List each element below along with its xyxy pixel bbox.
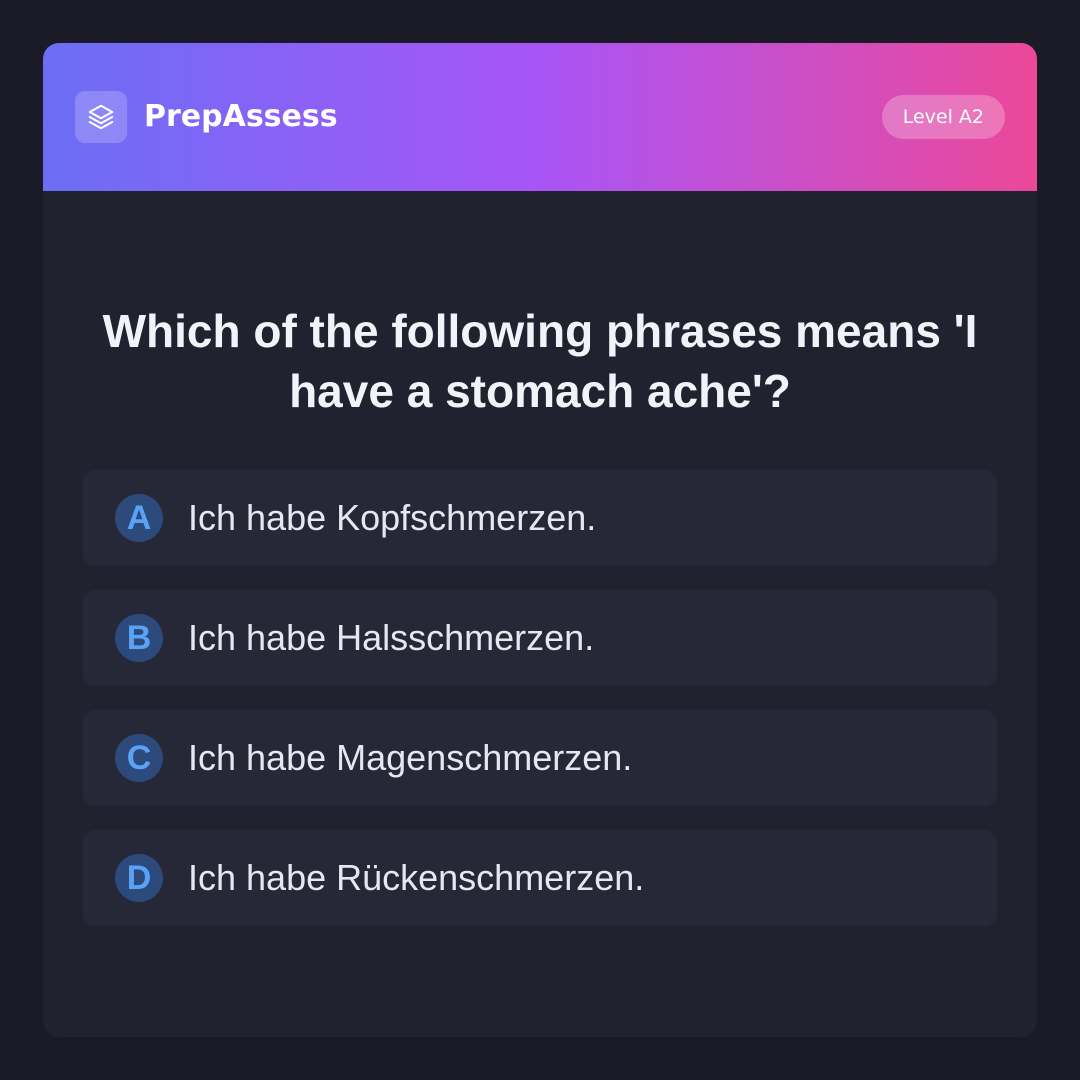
quiz-header: PrepAssess Level A2 bbox=[43, 43, 1037, 191]
logo bbox=[75, 91, 127, 143]
quiz-card: PrepAssess Level A2 Which of the followi… bbox=[43, 43, 1037, 1037]
option-label: Ich habe Magenschmerzen. bbox=[188, 737, 633, 778]
option-a[interactable]: A Ich habe Kopfschmerzen. bbox=[83, 470, 997, 566]
option-label: Ich habe Rückenschmerzen. bbox=[188, 857, 645, 898]
option-letter-badge: C bbox=[115, 734, 163, 782]
option-letter-badge: A bbox=[115, 494, 163, 542]
option-letter-badge: B bbox=[115, 614, 163, 662]
layers-icon bbox=[88, 104, 114, 130]
brand-name: PrepAssess bbox=[144, 99, 338, 134]
question-text: Which of the following phrases means 'I … bbox=[102, 305, 978, 417]
option-c[interactable]: C Ich habe Magenschmerzen. bbox=[83, 710, 997, 806]
level-badge: Level A2 bbox=[881, 95, 1005, 139]
option-label: Ich habe Kopfschmerzen. bbox=[188, 497, 597, 538]
answer-options: A Ich habe Kopfschmerzen. B Ich habe Hal… bbox=[83, 470, 997, 950]
option-b[interactable]: B Ich habe Halsschmerzen. bbox=[83, 590, 997, 686]
option-letter-badge: D bbox=[115, 854, 163, 902]
option-label: Ich habe Halsschmerzen. bbox=[188, 617, 595, 658]
option-d[interactable]: D Ich habe Rückenschmerzen. bbox=[83, 830, 997, 926]
